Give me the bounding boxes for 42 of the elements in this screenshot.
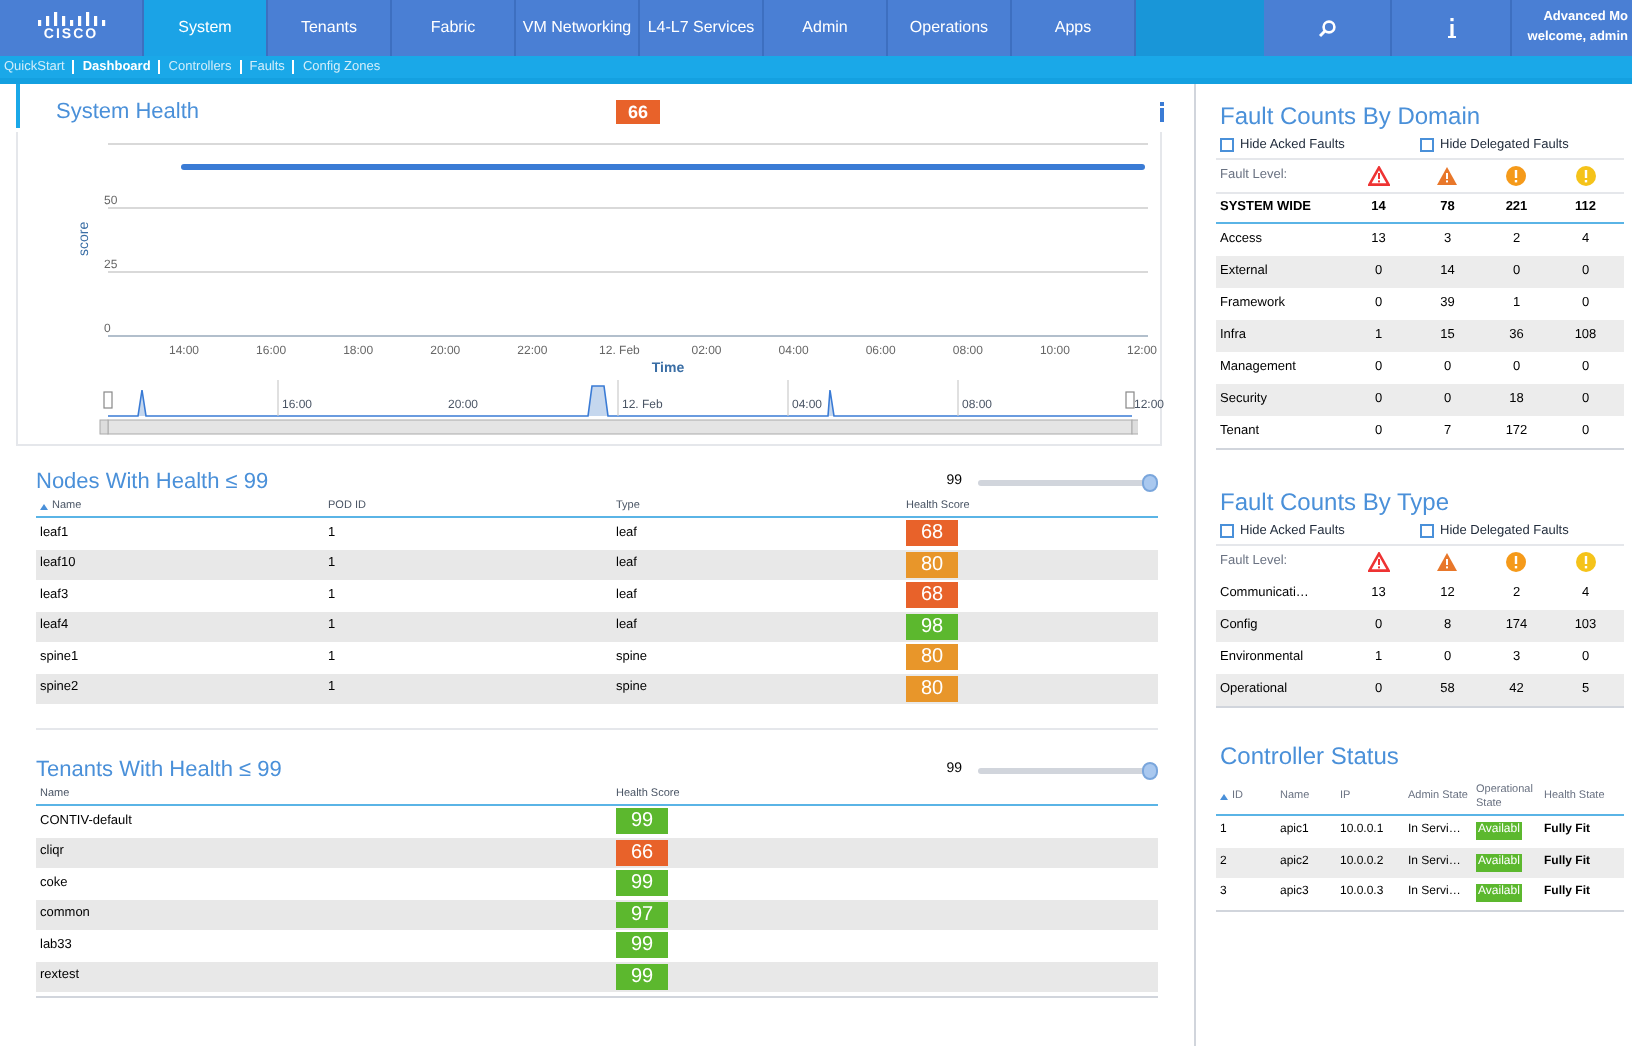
- warning-triangle-icon: [1436, 166, 1459, 186]
- health-score-badge: 66: [616, 839, 668, 866]
- logo-bars-icon: [37, 12, 105, 26]
- health-score-badge: 99: [616, 932, 668, 959]
- nav-tab[interactable]: System: [144, 0, 268, 56]
- health-score-badge: 99: [616, 870, 668, 897]
- health-score-badge: 97: [616, 901, 668, 928]
- slider-thumb[interactable]: [1142, 473, 1158, 491]
- panel-title: Controller Status: [1218, 740, 1401, 772]
- panel-title: Fault Counts By Domain: [1218, 100, 1483, 132]
- checkbox[interactable]: [1220, 524, 1234, 538]
- health-score-badge: 80: [906, 644, 958, 671]
- checkbox[interactable]: [1420, 524, 1434, 538]
- alert-circle-icon: [1506, 166, 1527, 186]
- slider-thumb[interactable]: [1142, 761, 1158, 779]
- alert-circle-icon: [1575, 166, 1596, 186]
- health-score-badge: 98: [906, 613, 958, 640]
- checkbox[interactable]: [1420, 138, 1434, 152]
- sort-up-icon: [1220, 794, 1228, 800]
- health-score-badge: 80: [906, 551, 958, 578]
- panel-title: Fault Counts By Type: [1218, 486, 1452, 518]
- health-score-badge: 80: [906, 675, 958, 702]
- panel-title: System Health: [56, 97, 202, 128]
- checkbox[interactable]: [1220, 138, 1234, 152]
- health-score-badge: 99: [616, 963, 668, 990]
- panel-title: Nodes With Health ≤ 99: [36, 467, 269, 498]
- warning-triangle-icon: [1436, 552, 1459, 572]
- info-icon[interactable]: [1158, 102, 1166, 122]
- alert-circle-icon: [1506, 552, 1527, 572]
- health-score-badge: 68: [906, 520, 958, 547]
- health-score-badge: 99: [616, 808, 668, 835]
- system-health-score: 66: [616, 100, 661, 124]
- alert-circle-icon: [1575, 552, 1596, 572]
- panel-title: Tenants With Health ≤ 99: [36, 755, 282, 786]
- info-icon: [1447, 18, 1455, 38]
- sort-up-icon: [40, 504, 48, 510]
- warning-triangle-icon: [1367, 166, 1390, 186]
- threshold-slider[interactable]: [978, 473, 1158, 491]
- health-score-badge: 68: [906, 582, 958, 609]
- threshold-slider[interactable]: [978, 761, 1158, 779]
- warning-triangle-icon: [1367, 552, 1390, 572]
- search-icon: [1318, 19, 1336, 37]
